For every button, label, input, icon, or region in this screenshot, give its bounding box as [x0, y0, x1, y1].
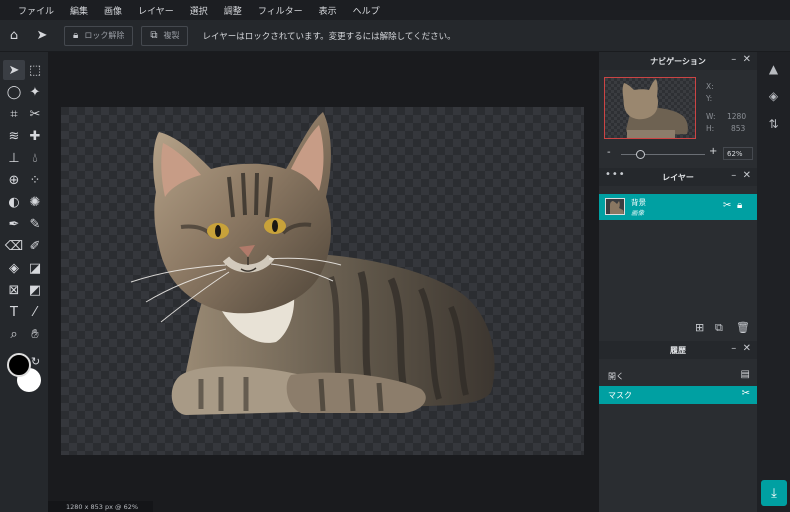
layers-title: レイヤー	[662, 172, 694, 182]
marquee-tool-icon[interactable]: ⬚	[24, 60, 46, 80]
gradient-tool-icon[interactable]: ◪	[24, 258, 46, 278]
options-bar: ⌂ ➤ 🔒︎ ロック解除 ⧉ 複製 レイヤーはロックされています。変更するには解…	[0, 20, 790, 52]
right-sidebar: ▲ ◈ ⇅ ⤓	[757, 52, 790, 512]
nav-h-value: 853	[731, 124, 746, 133]
zoom-control: - + 62%	[599, 145, 757, 163]
stamp-tool-icon[interactable]: ⊥	[3, 148, 25, 168]
scissors-icon: ✂	[741, 388, 750, 399]
blur-tool-icon[interactable]: 💧︎	[24, 148, 46, 168]
layer-mask-icon[interactable]: ✂	[723, 200, 731, 211]
unlock-label: ロック解除	[84, 31, 125, 40]
menu-view[interactable]: 表示	[319, 4, 337, 17]
zoom-input[interactable]: 62%	[723, 147, 753, 160]
healing-tool-icon[interactable]: ✚	[24, 126, 46, 146]
menu-help[interactable]: ヘルプ	[353, 4, 380, 17]
image-status: 1280 x 853 px @ 62%	[48, 501, 153, 512]
brush-tool-icon[interactable]: ✎	[24, 214, 46, 234]
layer-lock-icon[interactable]: 🔒︎	[737, 200, 742, 211]
foreground-color-swatch[interactable]	[7, 353, 31, 377]
delete-layer-icon[interactable]: 🗑︎	[736, 321, 750, 334]
crop-tool-icon[interactable]: ⌗	[3, 104, 25, 124]
menu-layer[interactable]: レイヤー	[138, 4, 174, 17]
history-panel-controls[interactable]: – ✕	[731, 343, 751, 354]
zoom-out-button[interactable]: -	[607, 147, 611, 158]
download-icon[interactable]: ⤓	[761, 480, 787, 506]
nav-w-value: 1280	[727, 112, 747, 121]
right-panels: ナビゲーション – ✕ X: Y: W: 1280 H: 853 - + 62%…	[599, 52, 757, 512]
navigator-preview	[622, 79, 688, 138]
duplicate-button[interactable]: ⧉ 複製	[141, 25, 189, 46]
scissors-tool-icon[interactable]: ✂	[24, 104, 46, 124]
layer-thumbnail-image	[610, 201, 624, 214]
shape-tool-icon[interactable]: ◩	[24, 280, 46, 300]
history-item-label: マスク	[608, 390, 632, 400]
move-tool-icon[interactable]: ➤	[3, 60, 25, 80]
nav-w-label: W:	[706, 112, 716, 121]
duplicate-icon: ⧉	[150, 30, 158, 41]
arrow-tool-icon[interactable]: ➤	[28, 20, 56, 52]
cat-image	[130, 112, 495, 415]
layers-panel-controls[interactable]: – ✕	[731, 170, 751, 181]
layer-type: 画像	[631, 209, 644, 217]
image-canvas[interactable]	[61, 107, 584, 455]
layer-row[interactable]: 背景 画像 ✂ 🔒︎	[599, 194, 757, 220]
adjust-icon[interactable]: ▲	[765, 60, 782, 77]
menu-image[interactable]: 画像	[104, 4, 122, 17]
sharpen-tool-icon[interactable]: ✺	[24, 192, 46, 212]
menu-bar: ファイル 編集 画像 レイヤー 選択 調整 フィルター 表示 ヘルプ	[0, 0, 790, 20]
swap-colors-icon[interactable]: ↻	[31, 355, 40, 368]
pen-tool-icon[interactable]: ✒	[3, 214, 25, 234]
liquify-tool-icon[interactable]: ≋	[3, 126, 25, 146]
add-layer-icon[interactable]: ⊞	[695, 321, 704, 334]
text-tool-icon[interactable]: T	[3, 302, 25, 322]
duplicate-label: 複製	[163, 31, 180, 40]
zoom-slider-handle[interactable]	[636, 150, 645, 159]
pattern-tool-icon[interactable]: ⁘	[24, 170, 46, 190]
history-header: 履歴 – ✕	[599, 341, 757, 359]
image-icon: ▤	[740, 369, 750, 380]
history-item-label: 開く	[608, 371, 624, 381]
lock-message: レイヤーはロックされています。変更するには解除してください。	[202, 31, 456, 42]
navigator-thumbnail[interactable]	[604, 77, 696, 139]
history-item-mask[interactable]: マスク ✂	[599, 386, 757, 404]
menu-select[interactable]: 選択	[190, 4, 208, 17]
eraser-tool-icon[interactable]: ⌫	[3, 236, 25, 256]
layers-stack-icon[interactable]: ◈	[765, 87, 782, 104]
hand-tool-icon[interactable]: ✋︎	[24, 324, 46, 344]
layers-menu-icon[interactable]: •••	[605, 169, 626, 180]
unlock-button[interactable]: 🔒︎ ロック解除	[64, 25, 134, 46]
magic-wand-icon[interactable]: ✦	[24, 82, 46, 102]
eyedropper-tool-icon[interactable]: ⁄	[24, 302, 46, 322]
zoom-in-button[interactable]: +	[709, 146, 717, 157]
dodge-tool-icon[interactable]: ◐	[3, 192, 25, 212]
menu-file[interactable]: ファイル	[18, 4, 54, 17]
nav-x-label: X:	[706, 82, 714, 91]
history-icon[interactable]: ⇅	[765, 115, 782, 132]
layers-header: ••• レイヤー – ✕	[599, 168, 757, 186]
canvas-area: 1280 x 853 px @ 62%	[48, 52, 599, 512]
zoom-tool-icon[interactable]: ⌕	[3, 324, 25, 344]
layer-thumbnail	[605, 198, 625, 215]
navigator-title: ナビゲーション	[650, 56, 706, 66]
zoom-slider-track[interactable]	[621, 154, 705, 155]
frame-tool-icon[interactable]: ⊠	[3, 280, 25, 300]
navigator-panel-controls[interactable]: – ✕	[731, 54, 751, 65]
menu-adjust[interactable]: 調整	[224, 4, 242, 17]
fill-tool-icon[interactable]: ◈	[3, 258, 25, 278]
nav-y-label: Y:	[706, 94, 713, 103]
replace-color-icon[interactable]: ✐	[24, 236, 46, 256]
history-item-open[interactable]: 開く ▤	[599, 367, 757, 385]
navigator-header: ナビゲーション – ✕	[599, 52, 757, 70]
menu-filter[interactable]: フィルター	[258, 4, 303, 17]
tool-palette: ➤ ⬚ ◯ ✦ ⌗ ✂ ≋ ✚ ⊥ 💧︎ ⊕ ⁘ ◐ ✺ ✒ ✎ ⌫ ✐ ◈ ◪…	[0, 52, 48, 512]
lock-icon: 🔒︎	[73, 30, 79, 41]
home-icon[interactable]: ⌂	[0, 20, 28, 52]
lasso-tool-icon[interactable]: ◯	[3, 82, 25, 102]
nav-h-label: H:	[706, 124, 715, 133]
duplicate-layer-icon[interactable]: ⧉	[715, 321, 723, 335]
menu-edit[interactable]: 編集	[70, 4, 88, 17]
history-title: 履歴	[670, 345, 686, 355]
sponge-tool-icon[interactable]: ⊕	[3, 170, 25, 190]
